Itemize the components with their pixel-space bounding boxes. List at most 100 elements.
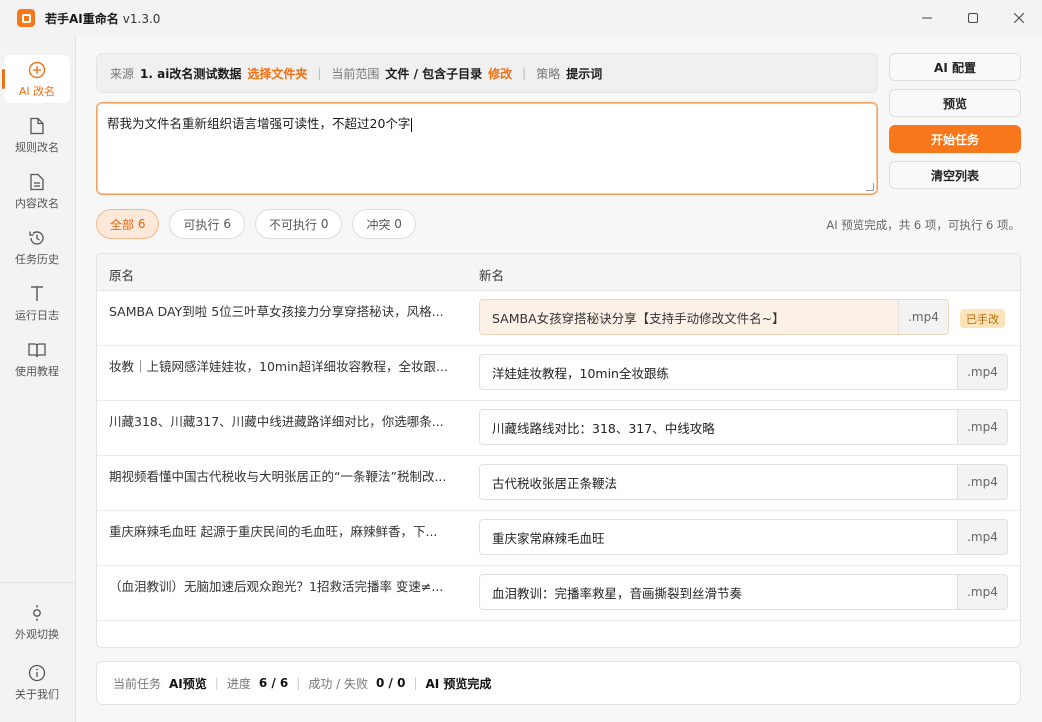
sidebar-item-about[interactable]: 关于我们	[4, 658, 70, 706]
rename-table: 原名 新名 SAMBA DAY到啦 5位三叶草女孩接力分享穿搭秘诀，风格... …	[96, 253, 1021, 648]
new-name-value: 川藏线路线对比：318、317、中线攻略	[492, 420, 715, 436]
sidebar-item-label: 任务历史	[15, 253, 59, 266]
new-name-input[interactable]: 洋娃娃妆教程，10min全妆跟练 .mp4	[479, 354, 1008, 390]
task-label: 当前任务	[113, 676, 162, 691]
sidebar-item-rule-rename[interactable]: 规则改名	[4, 111, 70, 159]
extension-label: .mp4	[957, 575, 1007, 609]
original-name: SAMBA DAY到啦 5位三叶草女孩接力分享穿搭秘诀，风格...	[109, 304, 444, 319]
extension-label: .mp4	[898, 300, 948, 334]
filter-count: 6	[137, 217, 146, 231]
original-name: 重庆麻辣毛血旺 起源于重庆民间的毛血旺，麻辣鲜香，下...	[109, 524, 438, 539]
new-name-value: 血泪教训：完播率救星，音画撕裂到丝滑节奏	[492, 585, 743, 601]
sidebar-item-label: 关于我们	[15, 688, 59, 701]
start-task-button[interactable]: 开始任务	[889, 125, 1021, 153]
new-name-value: SAMBA女孩穿搭秘诀分享【支持手动修改文件名~】	[492, 310, 785, 326]
app-version: v1.3.0	[122, 11, 161, 26]
maximize-icon	[968, 13, 978, 23]
extension-label: .mp4	[957, 355, 1007, 389]
sidebar-item-appearance[interactable]: 外观切换	[4, 598, 70, 646]
app-logo-icon	[17, 9, 35, 27]
file-text-icon	[29, 171, 45, 193]
filter-executable[interactable]: 可执行 6	[169, 209, 245, 239]
filter-count: 6	[223, 217, 231, 231]
sidebar-item-tutorial[interactable]: 使用教程	[4, 335, 70, 383]
prompt-textarea[interactable]: 帮我为文件名重新组织语言增强可读性，不超过20个字	[96, 102, 878, 195]
preview-button[interactable]: 预览	[889, 89, 1021, 117]
extension-label: .mp4	[957, 465, 1007, 499]
clear-list-button[interactable]: 清空列表	[889, 161, 1021, 189]
maximize-button[interactable]	[950, 0, 996, 36]
plus-circle-icon	[28, 59, 46, 81]
close-icon	[1014, 13, 1024, 23]
file-icon	[29, 115, 45, 137]
sidebar-item-content-rename[interactable]: 内容改名	[4, 167, 70, 215]
ai-config-button[interactable]: AI 配置	[889, 53, 1021, 81]
text-caret	[411, 117, 413, 132]
table-row: SAMBA DAY到啦 5位三叶草女孩接力分享穿搭秘诀，风格... SAMBA女…	[97, 291, 1020, 346]
separator: |	[413, 676, 418, 690]
sidebar-item-ai-rename[interactable]: AI 改名	[2, 55, 70, 103]
resize-grip-icon[interactable]	[866, 183, 874, 191]
strategy-label: 策略	[536, 66, 561, 81]
new-name-input[interactable]: 古代税收张居正条鞭法 .mp4	[479, 464, 1008, 500]
table-header: 原名 新名	[97, 254, 1020, 291]
filter-label: 可执行	[183, 217, 220, 232]
new-name-input[interactable]: 川藏线路线对比：318、317、中线攻略 .mp4	[479, 409, 1008, 445]
sidebar-item-run-log[interactable]: 运行日志	[4, 279, 70, 327]
sidebar-item-label: 外观切换	[15, 628, 59, 641]
separator: |	[522, 66, 527, 80]
filter-conflict[interactable]: 冲突 0	[352, 209, 416, 239]
app-name: 若手AI重命名	[45, 11, 119, 26]
source-bar: 来源 1. ai改名测试数据 选择文件夹 | 当前范围 文件 / 包含子目录 修…	[96, 53, 878, 93]
sidebar-item-label: 规则改名	[15, 141, 59, 154]
filter-label: 不可执行	[268, 217, 317, 232]
separator: |	[214, 676, 219, 690]
prompt-text: 帮我为文件名重新组织语言增强可读性，不超过20个字	[107, 116, 411, 131]
filter-all[interactable]: 全部 6	[96, 209, 160, 239]
book-icon	[27, 339, 47, 361]
select-folder-link[interactable]: 选择文件夹	[247, 65, 307, 82]
filter-count: 0	[320, 217, 329, 231]
new-name-input[interactable]: 血泪教训：完播率救星，音画撕裂到丝滑节奏 .mp4	[479, 574, 1008, 610]
filter-label: 冲突	[366, 217, 391, 232]
filter-label: 全部	[110, 217, 135, 232]
status-value: AI 预览完成	[425, 676, 492, 691]
minimize-button[interactable]	[904, 0, 950, 36]
result-value: 0 / 0	[376, 676, 406, 690]
sidebar-item-label: AI 改名	[18, 85, 56, 98]
close-button[interactable]	[996, 0, 1042, 36]
table-row: （血泪教训）无脑加速后观众跑光？1招救活完播率 变速≠... 血泪教训：完播率救…	[97, 566, 1020, 621]
main-panel: 来源 1. ai改名测试数据 选择文件夹 | 当前范围 文件 / 包含子目录 修…	[76, 36, 1042, 722]
sidebar-item-label: 使用教程	[15, 365, 59, 378]
separator: |	[317, 66, 322, 80]
extension-label: .mp4	[957, 520, 1007, 554]
edited-badge: 已手改	[960, 309, 1005, 328]
progress-label: 进度	[226, 676, 251, 691]
app-title: 若手AI重命名 v1.3.0	[45, 10, 160, 27]
new-name-input[interactable]: 重庆家常麻辣毛血旺 .mp4	[479, 519, 1008, 555]
window-controls	[904, 0, 1042, 36]
original-name: （血泪教训）无脑加速后观众跑光？1招救活完播率 变速≠...	[109, 579, 444, 594]
sidebar-item-task-history[interactable]: 任务历史	[4, 223, 70, 271]
table-row: 川藏318、川藏317、川藏中线进藏路详细对比，你选哪条... 川藏线路线对比：…	[97, 401, 1020, 456]
source-label: 来源	[110, 66, 135, 81]
sidebar: AI 改名 规则改名 内容改名 任务历史 运行日志 使用教程 外观切换 关于我们	[0, 36, 76, 722]
status-summary: AI 预览完成，共 6 项，可执行 6 项。	[826, 218, 1020, 232]
original-name: 期视频看懂中国古代税收与大明张居正的“一条鞭法”税制改...	[109, 469, 447, 484]
source-value: 1. ai改名测试数据	[140, 66, 242, 81]
scope-label: 当前范围	[331, 66, 380, 81]
sidebar-item-label: 内容改名	[15, 197, 59, 210]
minimize-icon	[922, 17, 932, 19]
filter-not-executable[interactable]: 不可执行 0	[254, 209, 343, 239]
new-name-value: 古代税收张居正条鞭法	[492, 475, 618, 491]
table-row: 重庆麻辣毛血旺 起源于重庆民间的毛血旺，麻辣鲜香，下... 重庆家常麻辣毛血旺 …	[97, 511, 1020, 566]
column-header-new: 新名	[479, 268, 505, 283]
info-icon	[28, 662, 46, 684]
extension-label: .mp4	[957, 410, 1007, 444]
new-name-input[interactable]: SAMBA女孩穿搭秘诀分享【支持手动修改文件名~】 .mp4	[479, 299, 949, 335]
original-name: 妆教｜上镜网感洋娃娃妆，10min超详细妆容教程，全妆跟...	[109, 359, 448, 374]
original-name: 川藏318、川藏317、川藏中线进藏路详细对比，你选哪条...	[109, 414, 444, 429]
table-row: 期视频看懂中国古代税收与大明张居正的“一条鞭法”税制改... 古代税收张居正条鞭…	[97, 456, 1020, 511]
title-bar: 若手AI重命名 v1.3.0	[0, 0, 1042, 36]
modify-scope-link[interactable]: 修改	[488, 65, 512, 82]
